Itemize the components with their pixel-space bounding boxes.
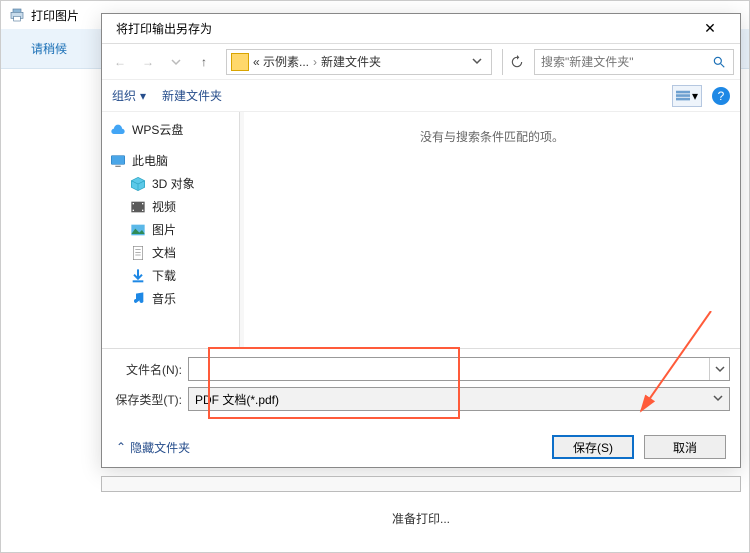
- dialog-title-text: 将打印输出另存为: [116, 20, 212, 37]
- download-icon: [130, 268, 146, 284]
- filetype-select[interactable]: PDF 文档(*.pdf): [188, 387, 730, 411]
- chevron-up-icon: ⌃: [116, 440, 126, 454]
- view-button[interactable]: ▾: [672, 85, 702, 107]
- search-box: [534, 49, 734, 75]
- picture-icon: [130, 222, 146, 238]
- filetype-label: 保存类型(T):: [112, 391, 188, 408]
- cloud-icon: [110, 122, 126, 138]
- toolbar-row: 组织 ▾ 新建文件夹 ▾ ?: [102, 80, 740, 112]
- new-folder-label: 新建文件夹: [162, 87, 222, 104]
- tree-music-label: 音乐: [152, 290, 176, 307]
- file-list-pane[interactable]: 没有与搜索条件匹配的项。: [240, 112, 740, 348]
- close-button[interactable]: ✕: [688, 15, 732, 43]
- outer-title-text: 打印图片: [31, 7, 79, 24]
- help-button[interactable]: ?: [712, 87, 730, 105]
- tree-video[interactable]: 视频: [104, 195, 237, 218]
- hide-folders-toggle[interactable]: ⌃ 隐藏文件夹: [116, 439, 190, 456]
- tree-music[interactable]: 音乐: [104, 287, 237, 310]
- cancel-button[interactable]: 取消: [644, 435, 726, 459]
- up-button[interactable]: ↑: [192, 50, 216, 74]
- filetype-value: PDF 文档(*.pdf): [195, 391, 279, 408]
- music-icon: [130, 291, 146, 307]
- tree-video-label: 视频: [152, 198, 176, 215]
- empty-message: 没有与搜索条件匹配的项。: [420, 128, 564, 348]
- dropdown-icon: ▾: [140, 89, 146, 103]
- organize-label: 组织: [112, 87, 136, 104]
- tree-documents[interactable]: 文档: [104, 241, 237, 264]
- filename-dropdown-icon[interactable]: [709, 358, 729, 380]
- tree-downloads-label: 下载: [152, 267, 176, 284]
- tree-pc[interactable]: 此电脑: [104, 149, 237, 172]
- breadcrumb-part2[interactable]: 新建文件夹: [321, 53, 381, 70]
- search-button[interactable]: [705, 50, 733, 74]
- document-icon: [130, 245, 146, 261]
- tree-documents-label: 文档: [152, 244, 176, 261]
- tree-pane[interactable]: WPS云盘 此电脑 3D 对象 视频 图片: [102, 112, 240, 348]
- progress-area: 准备打印...: [101, 476, 741, 527]
- tree-3d-label: 3D 对象: [152, 175, 195, 192]
- filetype-dropdown-icon: [713, 392, 723, 406]
- back-button[interactable]: ←: [108, 50, 132, 74]
- folder-icon: [231, 53, 249, 71]
- pc-icon: [110, 153, 126, 169]
- dialog-title-bar: 将打印输出另存为 ✕: [102, 14, 740, 44]
- tree-downloads[interactable]: 下载: [104, 264, 237, 287]
- address-bar[interactable]: « 示例素... › 新建文件夹: [226, 49, 492, 75]
- wait-text: 请稍候: [31, 40, 67, 57]
- tree-pictures-label: 图片: [152, 221, 176, 238]
- tree-wps[interactable]: WPS云盘: [104, 118, 237, 141]
- main-area: WPS云盘 此电脑 3D 对象 视频 图片: [102, 112, 740, 348]
- tree-pc-label: 此电脑: [132, 152, 168, 169]
- search-input[interactable]: [535, 55, 705, 69]
- video-icon: [130, 199, 146, 215]
- filename-input[interactable]: [188, 357, 730, 381]
- tree-wps-label: WPS云盘: [132, 121, 183, 138]
- cube-icon: [130, 176, 146, 192]
- new-folder-button[interactable]: 新建文件夹: [162, 87, 222, 104]
- filename-label: 文件名(N):: [112, 361, 188, 378]
- progress-text: 准备打印...: [101, 510, 741, 527]
- dialog-footer: ⌃ 隐藏文件夹 保存(S) 取消: [102, 427, 740, 467]
- save-dialog: 将打印输出另存为 ✕ ← → ↑ « 示例素... › 新建文件夹: [101, 13, 741, 468]
- printer-icon: [9, 7, 25, 23]
- refresh-button[interactable]: [502, 49, 530, 75]
- hide-folders-label: 隐藏文件夹: [130, 439, 190, 456]
- progress-bar: [101, 476, 741, 492]
- bottom-form: 文件名(N): 保存类型(T): PDF 文档(*.pdf): [102, 348, 740, 427]
- address-dropdown-icon[interactable]: [467, 55, 487, 69]
- recent-dropdown[interactable]: [164, 50, 188, 74]
- tree-3d[interactable]: 3D 对象: [104, 172, 237, 195]
- tree-pictures[interactable]: 图片: [104, 218, 237, 241]
- organize-menu[interactable]: 组织 ▾: [112, 87, 146, 104]
- nav-row: ← → ↑ « 示例素... › 新建文件夹: [102, 44, 740, 80]
- breadcrumb-sep-icon: ›: [313, 55, 317, 69]
- save-button[interactable]: 保存(S): [552, 435, 634, 459]
- breadcrumb-part1[interactable]: « 示例素...: [253, 53, 309, 70]
- forward-button[interactable]: →: [136, 50, 160, 74]
